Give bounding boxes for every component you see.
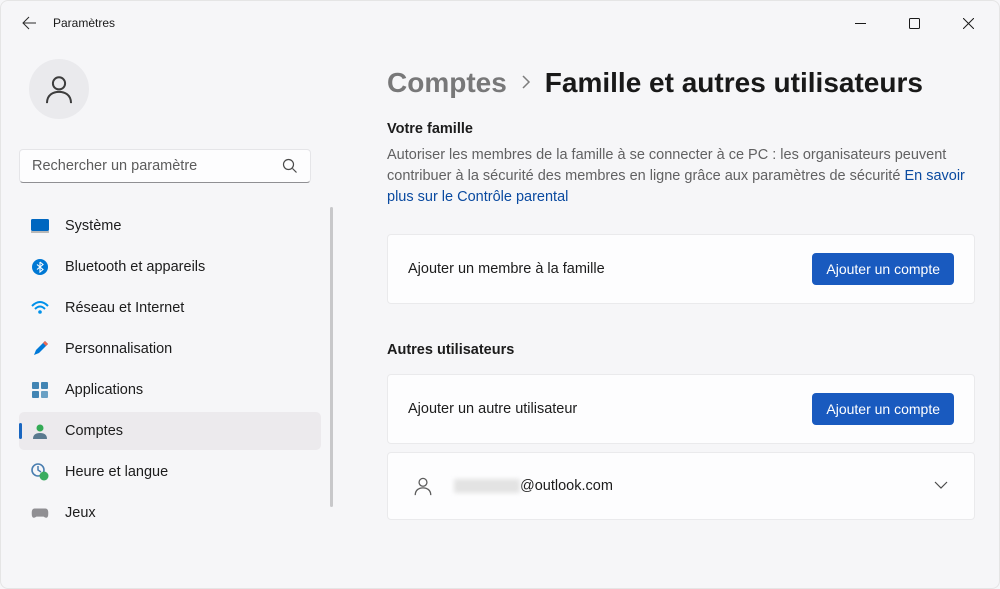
redacted-text [454, 479, 520, 493]
sidebar-item-bluetooth[interactable]: Bluetooth et appareils [19, 248, 321, 286]
sidebar-item-gaming[interactable]: Jeux [19, 494, 321, 532]
sidebar-item-system[interactable]: Système [19, 207, 321, 245]
accounts-icon [31, 422, 49, 440]
others-section-title: Autres utilisateurs [387, 342, 975, 358]
search-input[interactable] [32, 158, 282, 174]
main-content: Comptes Famille et autres utilisateurs V… [331, 45, 999, 588]
person-icon [42, 72, 76, 106]
breadcrumb: Comptes Famille et autres utilisateurs [387, 67, 975, 99]
add-family-label: Ajouter un membre à la famille [408, 261, 605, 277]
app-title: Paramètres [53, 16, 115, 30]
sidebar-item-label: Bluetooth et appareils [65, 259, 205, 275]
arrow-left-icon [21, 15, 37, 31]
window-controls [837, 7, 991, 39]
add-other-user-card: Ajouter un autre utilisateur Ajouter un … [387, 374, 975, 444]
minimize-icon [855, 18, 866, 29]
maximize-button[interactable] [891, 7, 937, 39]
sidebar-item-personalization[interactable]: Personnalisation [19, 330, 321, 368]
clock-globe-icon [31, 463, 49, 481]
add-other-label: Ajouter un autre utilisateur [408, 401, 577, 417]
system-icon [31, 217, 49, 235]
chevron-right-icon [521, 72, 531, 95]
sidebar-item-network[interactable]: Réseau et Internet [19, 289, 321, 327]
other-user-row[interactable]: @outlook.com [387, 452, 975, 520]
titlebar: Paramètres [1, 1, 999, 45]
wifi-icon [31, 299, 49, 317]
sidebar-item-label: Personnalisation [65, 341, 172, 357]
add-family-member-card: Ajouter un membre à la famille Ajouter u… [387, 234, 975, 304]
sidebar-item-time-language[interactable]: Heure et langue [19, 453, 321, 491]
add-other-account-button[interactable]: Ajouter un compte [812, 393, 954, 425]
search-box[interactable] [19, 149, 311, 183]
back-button[interactable] [9, 3, 49, 43]
sidebar-item-accounts[interactable]: Comptes [19, 412, 321, 450]
family-description: Autoriser les membres de la famille à se… [387, 145, 975, 208]
sidebar-item-label: Comptes [65, 423, 123, 439]
sidebar: Système Bluetooth et appareils Réseau et… [1, 45, 331, 588]
person-icon [408, 471, 438, 501]
sidebar-item-label: Jeux [65, 505, 96, 521]
apps-icon [31, 381, 49, 399]
family-section-title: Votre famille [387, 121, 975, 137]
minimize-button[interactable] [837, 7, 883, 39]
sidebar-item-label: Système [65, 218, 121, 234]
sidebar-item-apps[interactable]: Applications [19, 371, 321, 409]
breadcrumb-parent[interactable]: Comptes [387, 67, 507, 99]
chevron-down-icon [934, 480, 948, 490]
sidebar-item-label: Applications [65, 382, 143, 398]
sidebar-item-label: Heure et langue [65, 464, 168, 480]
bluetooth-icon [31, 258, 49, 276]
expand-button[interactable] [928, 471, 954, 501]
nav-list: Système Bluetooth et appareils Réseau et… [19, 207, 331, 535]
other-user-email: @outlook.com [454, 478, 613, 494]
sidebar-item-label: Réseau et Internet [65, 300, 184, 316]
search-icon [282, 158, 298, 174]
maximize-icon [909, 18, 920, 29]
close-button[interactable] [945, 7, 991, 39]
gamepad-icon [31, 504, 49, 522]
user-avatar[interactable] [29, 59, 89, 119]
paintbrush-icon [31, 340, 49, 358]
breadcrumb-current: Famille et autres utilisateurs [545, 67, 923, 99]
add-family-account-button[interactable]: Ajouter un compte [812, 253, 954, 285]
close-icon [963, 18, 974, 29]
